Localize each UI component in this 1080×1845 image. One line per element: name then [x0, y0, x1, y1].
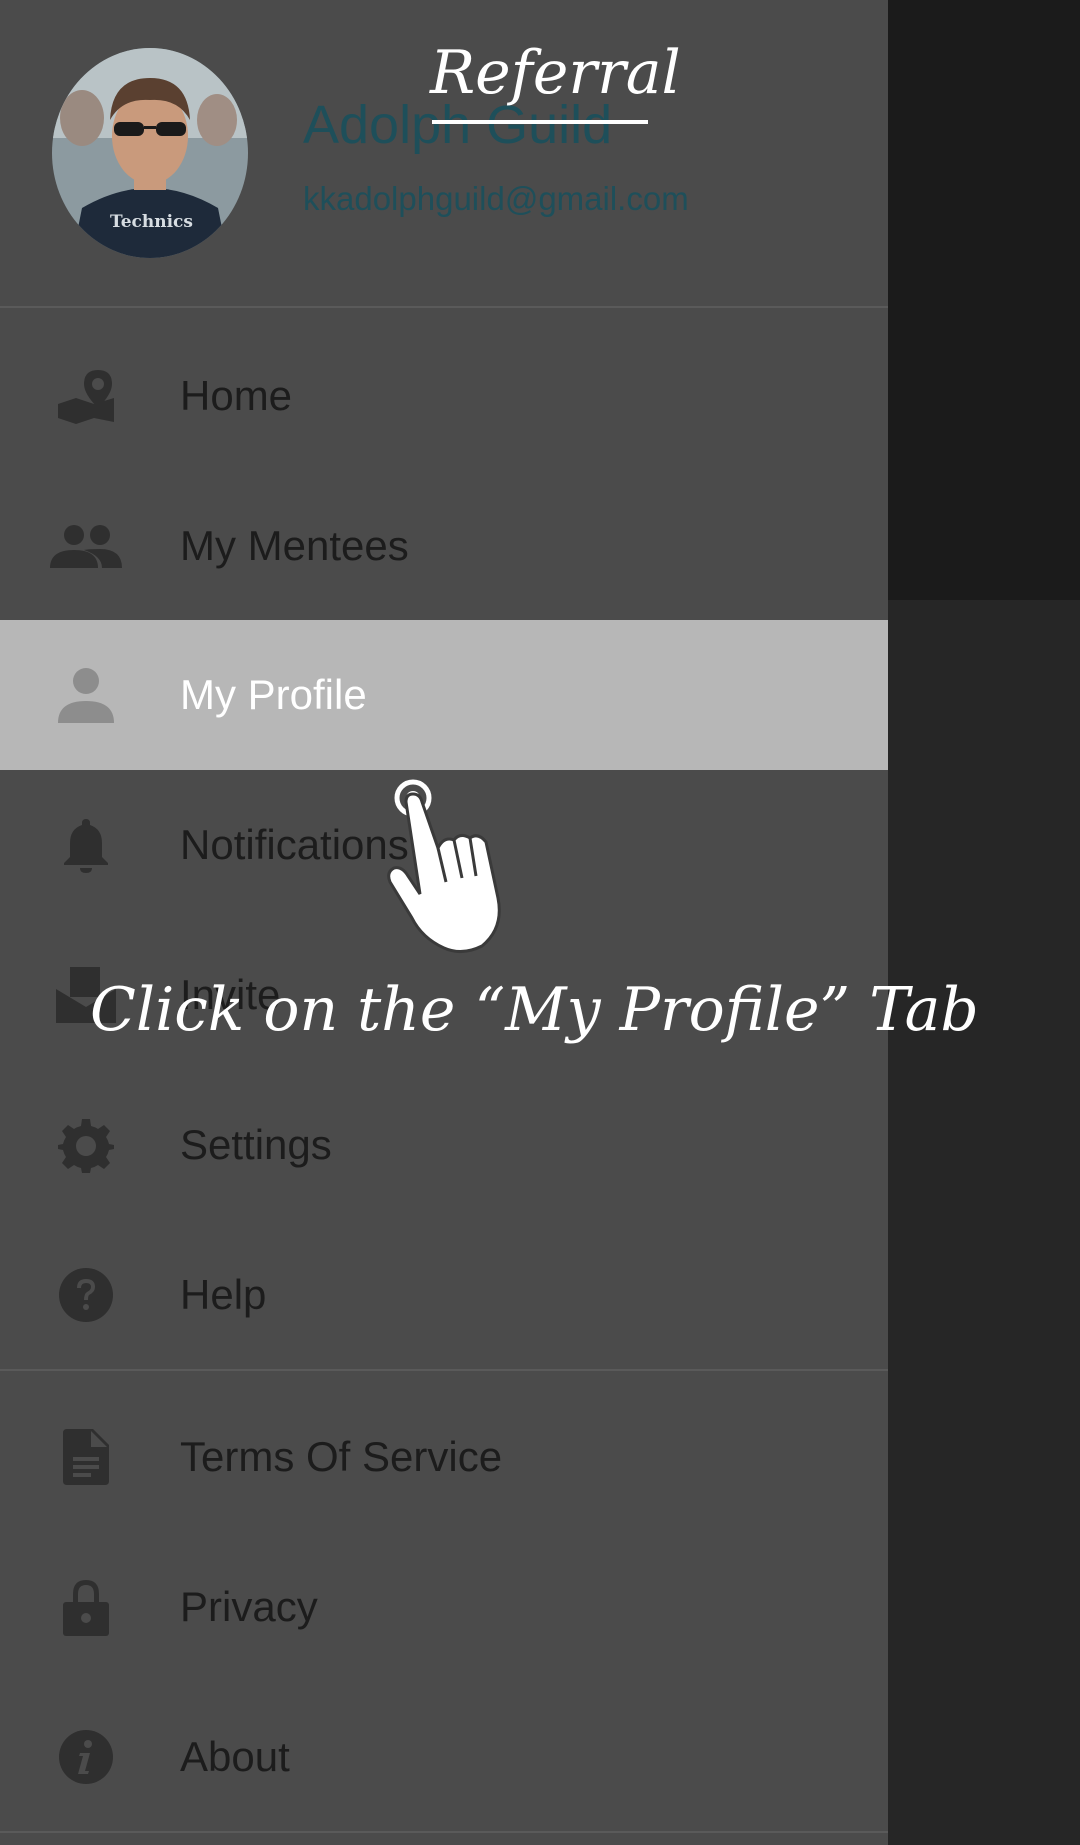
menu-item-home[interactable]: Home	[0, 321, 888, 471]
menu-item-label: My Profile	[180, 671, 367, 718]
menu-item-my-profile[interactable]: My Profile	[0, 620, 888, 770]
overlay-instruction: Click on the “My Profile” Tab	[90, 975, 979, 1045]
overlay-title: Referral	[430, 38, 681, 108]
person-icon	[46, 665, 126, 725]
info-icon	[46, 1727, 126, 1787]
document-icon	[46, 1427, 126, 1487]
menu-item-settings[interactable]: Settings	[0, 1070, 888, 1220]
menu-item-label: My Mentees	[180, 522, 409, 569]
menu-item-label: Notifications	[180, 821, 409, 868]
menu-item-label: Privacy	[180, 1583, 318, 1630]
menu-item-label: About	[180, 1733, 290, 1780]
people-icon	[46, 516, 126, 576]
map-marker-icon	[46, 366, 126, 426]
scrim-bottom[interactable]	[888, 600, 1080, 1845]
menu-divider	[0, 1369, 888, 1371]
menu-item-label: Help	[180, 1271, 267, 1318]
menu-item-privacy[interactable]: Privacy	[0, 1532, 888, 1682]
menu-item-label: Settings	[180, 1121, 332, 1168]
tap-hand-icon	[382, 778, 522, 954]
menu-item-help[interactable]: Help	[0, 1220, 888, 1370]
bell-icon	[46, 815, 126, 875]
menu-item-about[interactable]: About	[0, 1682, 888, 1832]
header-divider	[0, 306, 888, 308]
overlay-title-underline	[432, 120, 648, 124]
avatar-shirt-text: Technics	[110, 212, 193, 232]
menu-item-label: Terms Of Service	[180, 1433, 503, 1480]
help-icon	[46, 1265, 126, 1325]
menu-item-terms-of-service[interactable]: Terms Of Service	[0, 1382, 888, 1532]
menu-item-label: Home	[180, 372, 293, 419]
bottom-divider	[0, 1831, 888, 1833]
gear-icon	[46, 1115, 126, 1175]
lock-icon	[46, 1577, 126, 1637]
user-email: kkadolphguild@gmail.com	[303, 180, 689, 217]
menu-item-my-mentees[interactable]: My Mentees	[0, 471, 888, 621]
avatar[interactable]: Technics	[52, 48, 248, 258]
scrim-top[interactable]	[888, 0, 1080, 600]
